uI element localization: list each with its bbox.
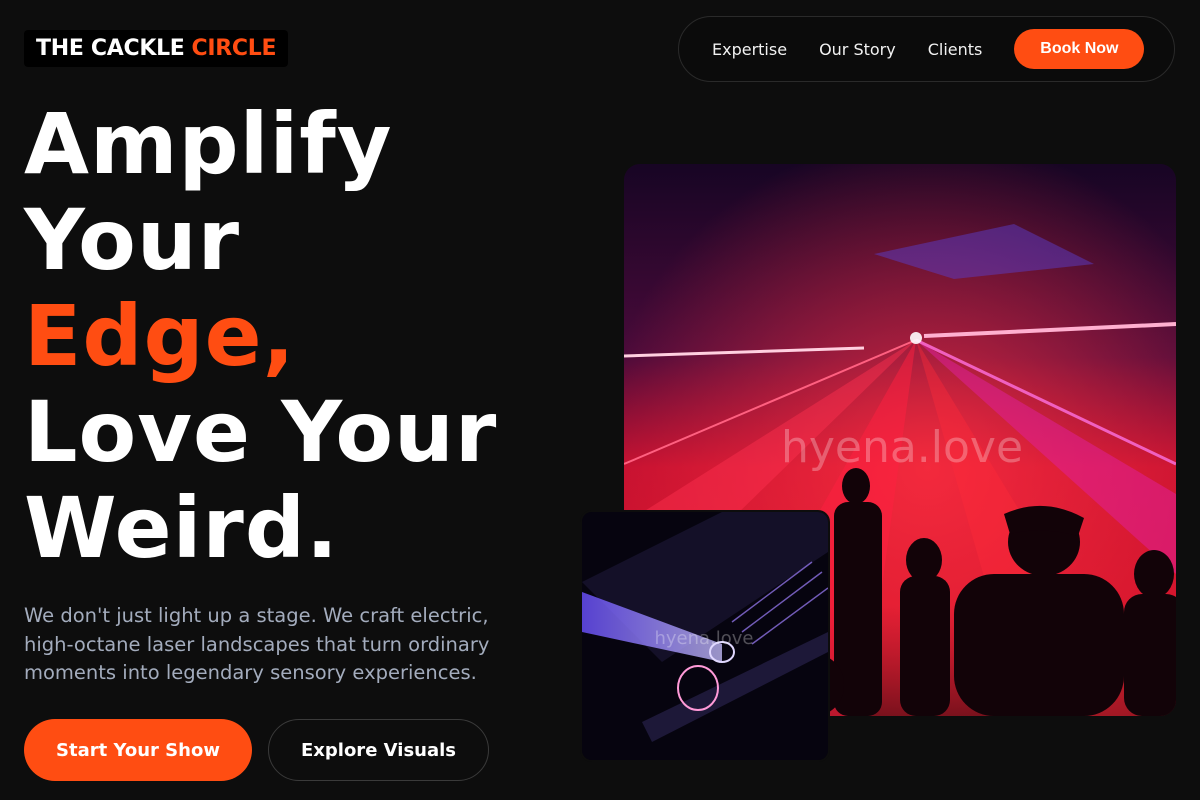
start-your-show-button[interactable]: Start Your Show xyxy=(24,719,252,781)
headline-line-1: Amplify xyxy=(24,95,393,193)
brand-logo[interactable]: THE CACKLE CIRCLE xyxy=(24,30,289,67)
headline-line-3-accent: Edge, xyxy=(24,287,296,385)
brand-name-part1: THE CACKLE xyxy=(36,36,185,61)
book-now-button[interactable]: Book Now xyxy=(1014,29,1145,69)
top-navigation: Expertise Our Story Clients Book Now xyxy=(678,16,1175,82)
hero-headline: Amplify Your Edge, Love Your Weird. xyxy=(24,96,497,576)
nav-link-our-story[interactable]: Our Story xyxy=(819,40,896,59)
headline-line-2: Your xyxy=(24,191,241,289)
headline-line-4: Love Your xyxy=(24,383,498,481)
watermark-main: hyena.love xyxy=(781,422,1023,473)
brand-name-part2: CIRCLE xyxy=(191,36,277,61)
laser-beam-illustration: hyena.love xyxy=(582,512,828,760)
laser-beam-photo: hyena.love xyxy=(580,510,830,762)
hero-subtext: We don't just light up a stage. We craft… xyxy=(24,604,490,684)
watermark-small: hyena.love xyxy=(654,628,753,649)
explore-visuals-button[interactable]: Explore Visuals xyxy=(268,719,489,781)
nav-link-expertise[interactable]: Expertise xyxy=(712,40,787,59)
landing-page: THE CACKLE CIRCLE Expertise Our Story Cl… xyxy=(0,0,1200,800)
nav-link-clients[interactable]: Clients xyxy=(928,40,983,59)
headline-line-5: Weird. xyxy=(24,479,339,577)
